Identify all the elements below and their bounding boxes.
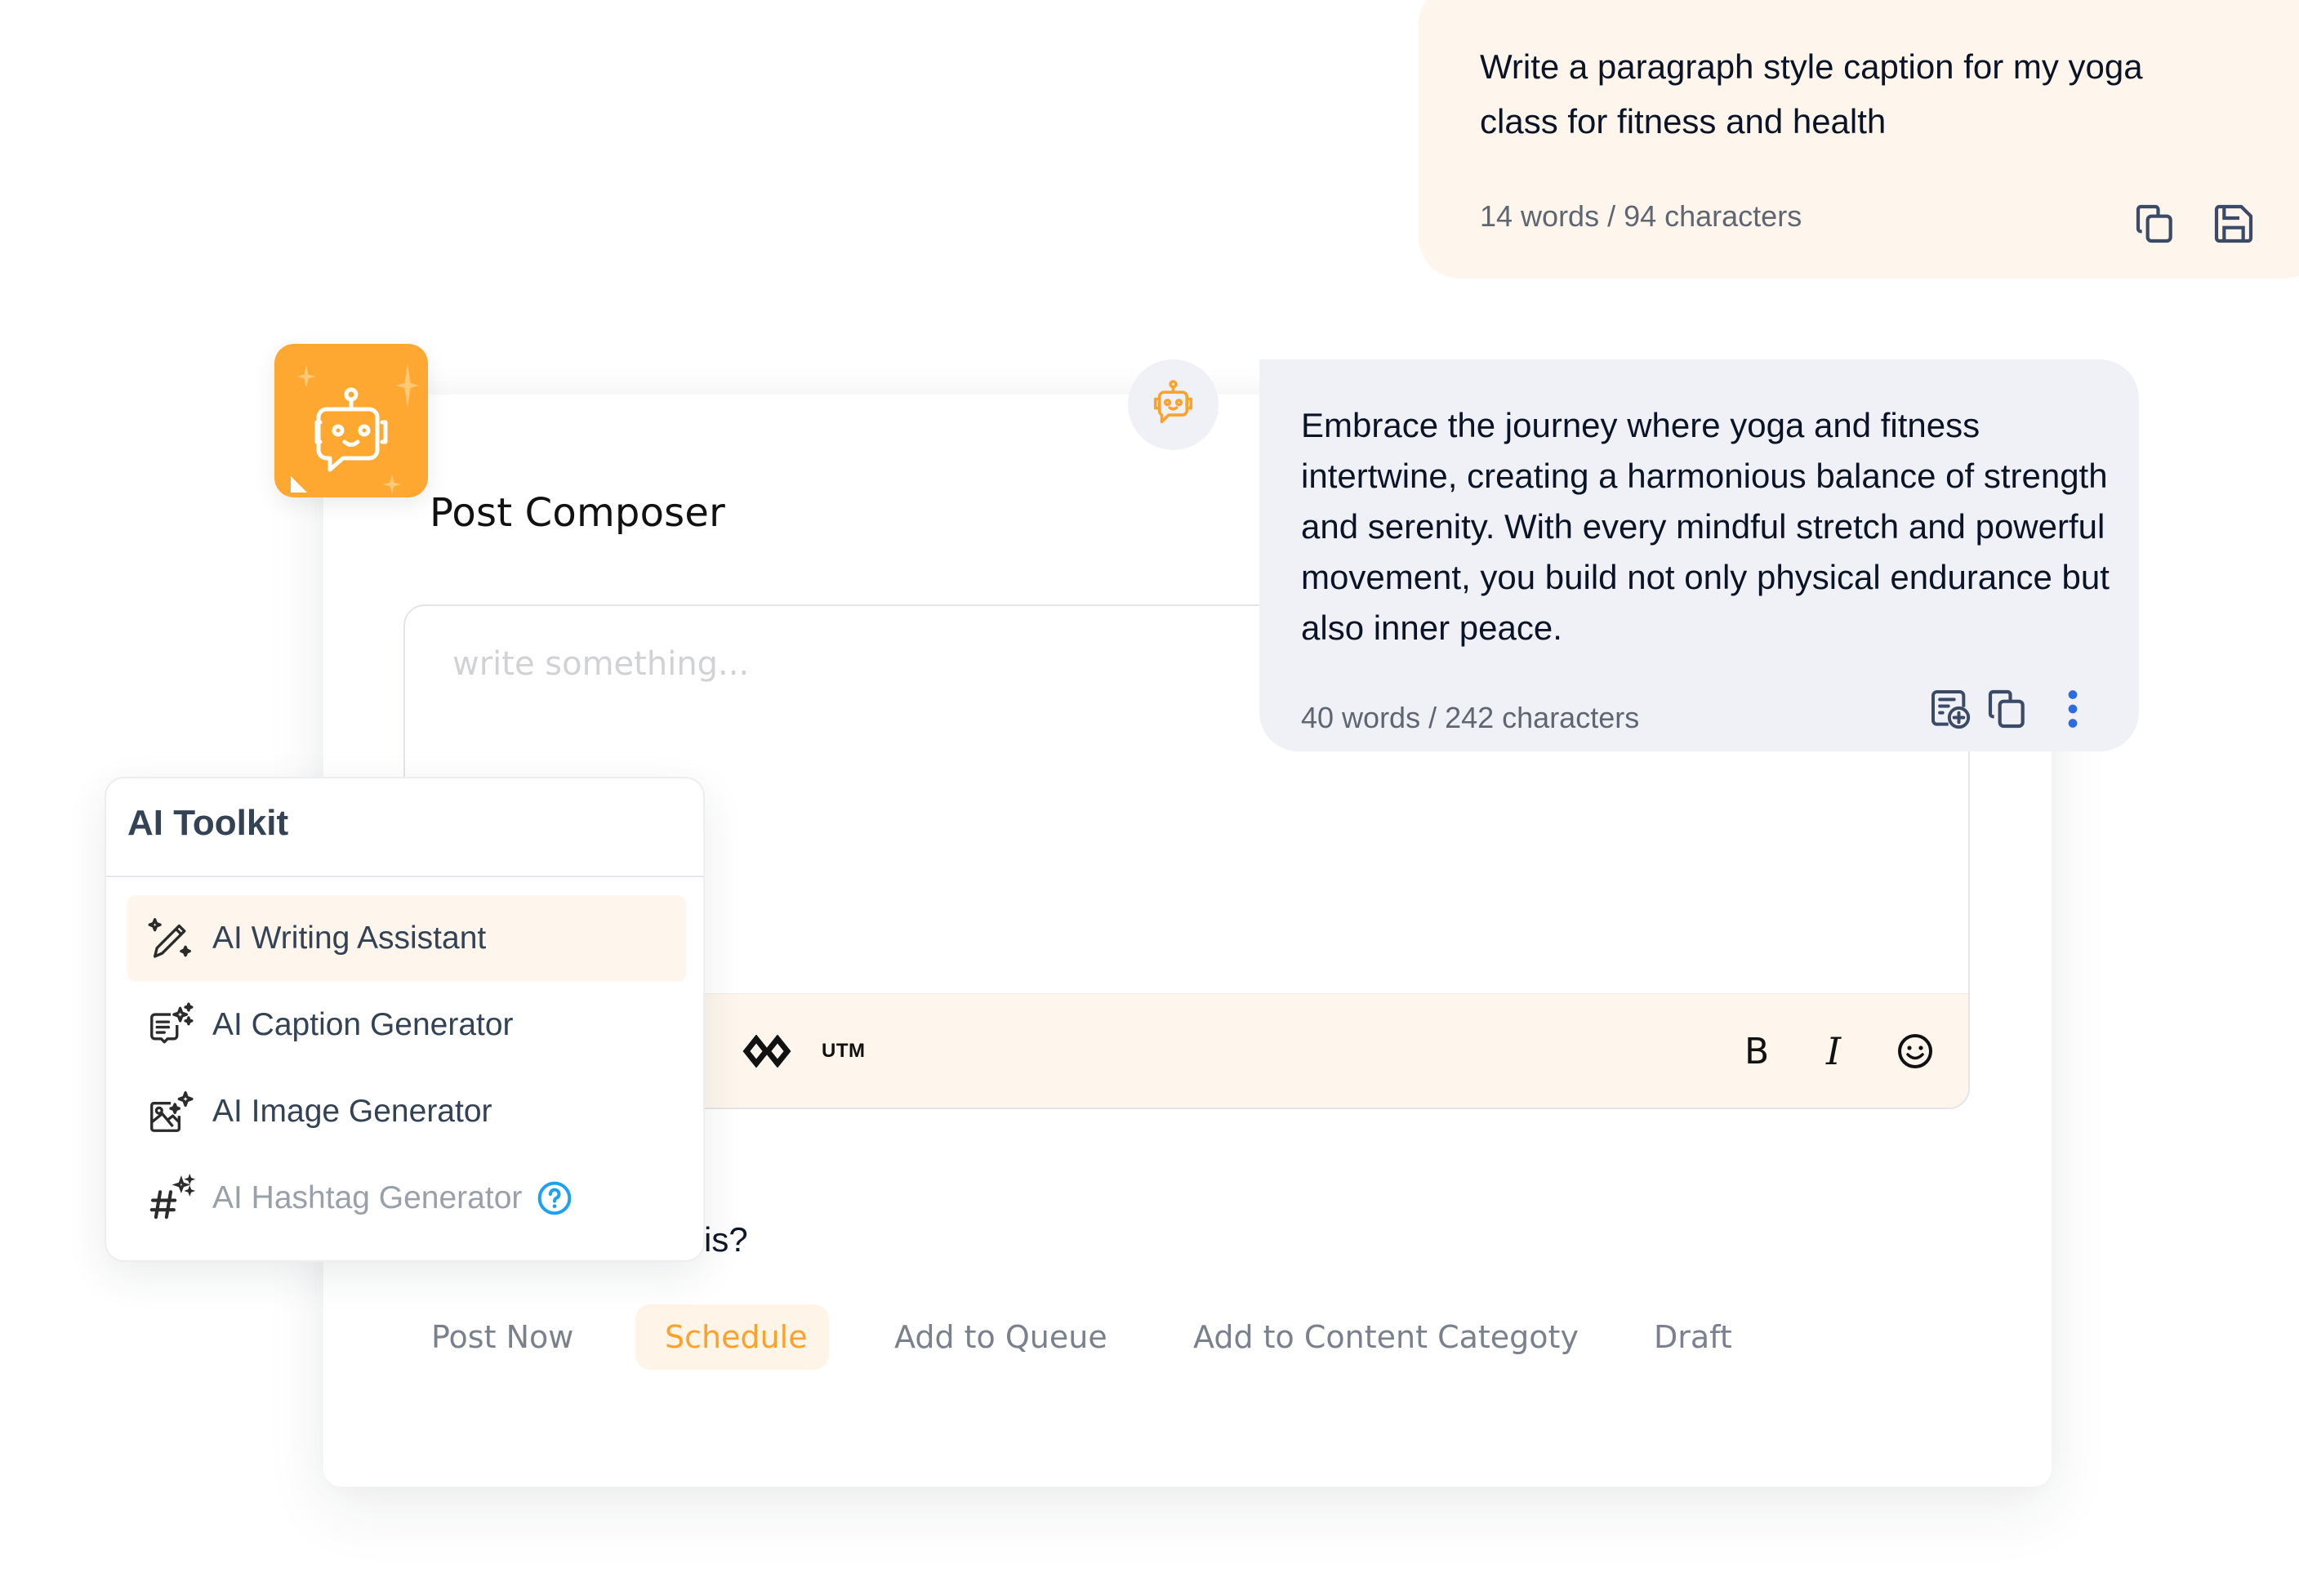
menu-item-label: AI Caption Generator (212, 1007, 514, 1042)
ai-caption-icon (145, 1000, 196, 1050)
editor-placeholder[interactable]: write something... (452, 645, 749, 683)
ai-pencil-icon (145, 913, 196, 964)
add-to-template-button[interactable] (1927, 686, 1973, 732)
menu-item-label: AI Writing Assistant (212, 921, 487, 956)
copy-prompt-button[interactable] (2132, 201, 2178, 247)
ai-reply-count: 40 words / 242 characters (1301, 701, 1640, 734)
emoji-button[interactable] (1896, 1033, 1934, 1069)
user-prompt-count: 14 words / 94 characters (1480, 199, 1802, 233)
link-shortener-icon (742, 1035, 791, 1068)
bot-avatar (1128, 359, 1219, 450)
menu-item-ai-hashtag-generator[interactable]: AI Hashtag Generator (127, 1155, 686, 1242)
menu-item-label: AI Image Generator (212, 1094, 492, 1129)
divider (106, 876, 703, 877)
menu-item-ai-caption-generator[interactable]: AI Caption Generator (127, 982, 686, 1068)
user-prompt-text: Write a paragraph style caption for my y… (1480, 47, 2143, 140)
add-to-content-category-button[interactable]: Add to Content Categoty (1193, 1304, 1579, 1370)
italic-button[interactable]: I (1826, 1029, 1841, 1073)
robot-chat-icon (291, 363, 419, 494)
ai-reply-text: Embrace the journey where yoga and fitne… (1301, 406, 2110, 647)
schedule-button[interactable]: Schedule (635, 1304, 829, 1370)
menu-item-ai-image-generator[interactable]: AI Image Generator (127, 1068, 686, 1155)
bold-button[interactable]: B (1744, 1031, 1769, 1072)
ai-reply-bubble: Embrace the journey where yoga and fitne… (1259, 359, 2139, 751)
more-options-icon (2068, 690, 2078, 728)
menu-item-label: AI Hashtag Generator (212, 1180, 523, 1215)
link-shortener-button[interactable] (742, 1033, 791, 1069)
robot-icon (1153, 380, 1193, 424)
save-icon (2214, 204, 2253, 243)
add-to-queue-button[interactable]: Add to Queue (894, 1304, 1107, 1370)
utm-button[interactable]: UTM (822, 1033, 865, 1069)
user-prompt-bubble: Write a paragraph style caption for my y… (1419, 0, 2299, 279)
ai-image-icon (145, 1086, 196, 1137)
save-prompt-button[interactable] (2211, 201, 2257, 247)
ai-assistant-logo (274, 344, 428, 497)
menu-item-ai-writing-assistant[interactable]: AI Writing Assistant (127, 895, 686, 982)
ai-hashtag-icon (145, 1173, 196, 1224)
post-now-button[interactable]: Post Now (431, 1304, 573, 1370)
schedule-question: is? (704, 1220, 748, 1259)
ai-toolkit-menu: AI Toolkit AI Writing Assistant AI Capti… (105, 777, 705, 1262)
copy-icon (1988, 689, 2025, 729)
emoji-icon (1898, 1034, 1932, 1068)
ai-toolkit-title: AI Toolkit (127, 803, 289, 843)
copy-reply-button[interactable] (1985, 686, 2030, 732)
draft-button[interactable]: Draft (1654, 1304, 1732, 1370)
page-title: Post Composer (430, 490, 726, 536)
add-to-template-icon (1931, 690, 1971, 729)
more-options-button[interactable] (2063, 686, 2083, 732)
copy-icon (2136, 204, 2172, 243)
help-icon[interactable] (537, 1180, 573, 1216)
